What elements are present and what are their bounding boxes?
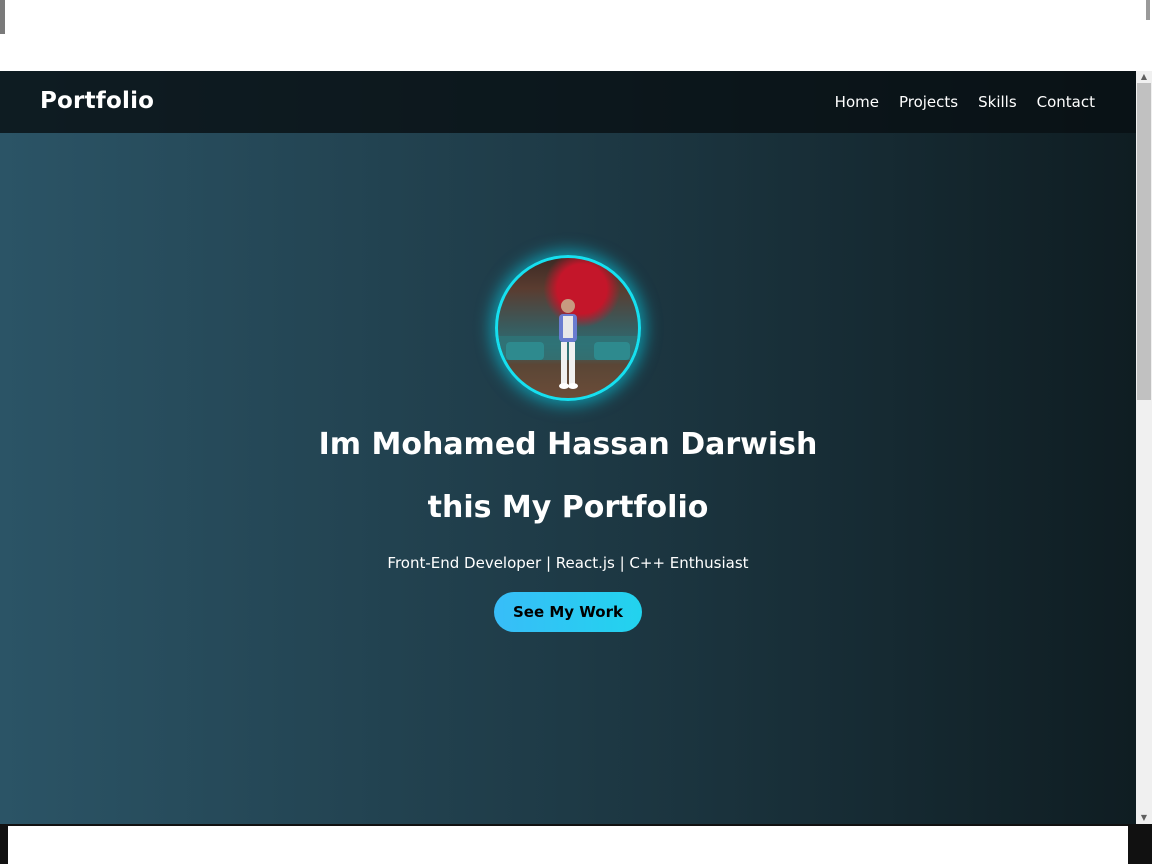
- hero-tagline: Front-End Developer | React.js | C++ Ent…: [387, 554, 749, 572]
- navbar: Portfolio Home Projects Skills Contact: [0, 71, 1136, 133]
- bottom-panel: [8, 826, 1128, 864]
- hero-subheading: this My Portfolio: [427, 490, 709, 525]
- nav-home-link[interactable]: Home: [835, 93, 879, 111]
- nav-projects-link[interactable]: Projects: [899, 93, 958, 111]
- hero-section: Im Mohamed Hassan Darwish this My Portfo…: [0, 255, 1136, 632]
- hero-heading: Im Mohamed Hassan Darwish: [318, 427, 818, 462]
- browser-top-strip: [0, 0, 1152, 71]
- profile-photo: [498, 299, 638, 389]
- profile-avatar: [495, 255, 641, 401]
- scroll-down-arrow-icon[interactable]: ▼: [1136, 812, 1152, 824]
- window-edge-mark: [0, 0, 5, 34]
- nav-skills-link[interactable]: Skills: [978, 93, 1017, 111]
- vertical-scrollbar[interactable]: ▲ ▼: [1136, 71, 1152, 824]
- nav-contact-link[interactable]: Contact: [1037, 93, 1095, 111]
- page-viewport: Portfolio Home Projects Skills Contact I…: [0, 71, 1136, 824]
- see-my-work-button[interactable]: See My Work: [494, 592, 642, 632]
- scroll-up-arrow-icon[interactable]: ▲: [1136, 71, 1152, 83]
- browser-bottom-strip: [0, 824, 1152, 864]
- brand-logo[interactable]: Portfolio: [40, 88, 154, 114]
- nav-links: Home Projects Skills Contact: [835, 93, 1095, 111]
- scrollbar-thumb[interactable]: [1137, 83, 1151, 400]
- window-edge-mark: [1146, 0, 1150, 20]
